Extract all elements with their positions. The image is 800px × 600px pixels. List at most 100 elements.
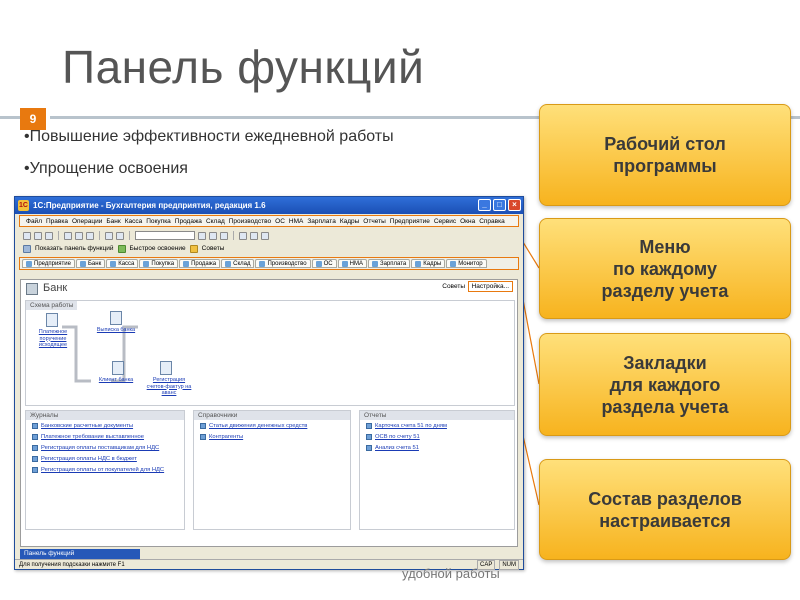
report-link[interactable]: Карточка счета 51 по дням — [375, 423, 447, 429]
journal-link[interactable]: Регистрация оплаты НДС в бюджет — [41, 456, 137, 462]
menu-warehouse[interactable]: Склад — [206, 218, 225, 225]
task-panel-button[interactable]: Панель функций — [20, 549, 140, 559]
reports-pane: Отчеты Карточка счета 51 по дням ОСВ по … — [359, 410, 515, 530]
journals-title: Журналы — [26, 411, 184, 420]
journal-item[interactable]: Регистрация оплаты поставщикам для НДС — [26, 442, 184, 453]
reference-icon — [200, 434, 206, 440]
toolbar-separator — [233, 231, 234, 240]
tab-label: Продажа — [191, 260, 217, 267]
doc-icon[interactable] — [250, 231, 258, 240]
payment-order-link[interactable]: Платежное поручение исходящее — [32, 329, 74, 349]
menu-sales[interactable]: Продажа — [175, 218, 202, 225]
app-titlebar[interactable]: 1С 1С:Предприятие - Бухгалтерия предприя… — [15, 197, 523, 214]
menu-production[interactable]: Производство — [229, 218, 271, 225]
reference-item[interactable]: Статьи движения денежных средств — [194, 420, 350, 431]
menu-hr[interactable]: Кадры — [340, 218, 359, 225]
tab-purchase[interactable]: Покупка — [139, 259, 179, 268]
menu-windows[interactable]: Окна — [460, 218, 475, 225]
menu-purchase[interactable]: Покупка — [146, 218, 171, 225]
journal-item[interactable]: Платежное требование выставленное — [26, 431, 184, 442]
payment-order-icon[interactable] — [46, 313, 58, 327]
copy-icon[interactable] — [75, 231, 83, 240]
quick-start-button[interactable]: Быстрое освоение — [130, 245, 186, 252]
bank-statement-link[interactable]: Выписка банка — [96, 327, 136, 334]
main-toolbar — [15, 229, 523, 242]
menu-salary[interactable]: Зарплата — [307, 218, 335, 225]
journal-link[interactable]: Банковские расчетные документы — [41, 423, 133, 429]
journal-link[interactable]: Платежное требование выставленное — [41, 434, 144, 440]
menu-help[interactable]: Справка — [479, 218, 505, 225]
journal-item[interactable]: Регистрация оплаты НДС в бюджет — [26, 453, 184, 464]
tab-production[interactable]: Производство — [255, 259, 311, 268]
tab-sales[interactable]: Продажа — [179, 259, 221, 268]
menu-cash[interactable]: Касса — [125, 218, 143, 225]
menu-os[interactable]: ОС — [275, 218, 285, 225]
find-icon[interactable] — [198, 231, 206, 240]
app-window: 1С 1С:Предприятие - Бухгалтерия предприя… — [14, 196, 524, 570]
enterprise-icon — [26, 260, 32, 267]
journal-item[interactable]: Банковские расчетные документы — [26, 420, 184, 431]
invoice-icon[interactable] — [160, 361, 172, 375]
tab-hr[interactable]: Кадры — [411, 259, 446, 268]
open-icon[interactable] — [34, 231, 42, 240]
journal-item[interactable]: Регистрация оплаты от покупателей для НД… — [26, 464, 184, 475]
journal-link[interactable]: Регистрация оплаты поставщикам для НДС — [41, 445, 159, 451]
journal-link[interactable]: Регистрация оплаты от покупателей для НД… — [41, 467, 164, 473]
tab-label: Монитор — [458, 260, 483, 267]
save-icon[interactable] — [45, 231, 53, 240]
table-icon[interactable] — [239, 231, 247, 240]
menu-bank[interactable]: Банк — [106, 218, 120, 225]
tab-bank[interactable]: Банк — [75, 259, 106, 268]
calendar-icon[interactable] — [220, 231, 228, 240]
paste-icon[interactable] — [86, 231, 94, 240]
tab-nma[interactable]: НМА — [337, 259, 367, 268]
production-icon — [259, 260, 266, 267]
tips-button[interactable]: Советы — [202, 245, 225, 252]
calculator-icon[interactable] — [209, 231, 217, 240]
journal-icon — [32, 456, 38, 462]
section-tips-button[interactable]: Советы — [442, 283, 465, 290]
menu-nma[interactable]: НМА — [289, 218, 303, 225]
section-tabs: Предприятие Банк Касса Покупка Продажа С… — [19, 257, 519, 270]
section-settings-button[interactable]: Настройка... — [467, 281, 513, 292]
invoice-link[interactable]: Регистрация счетов-фактур на аванс — [144, 377, 194, 397]
new-doc-icon[interactable] — [23, 231, 31, 240]
menu-edit[interactable]: Правка — [46, 218, 68, 225]
menu-service[interactable]: Сервис — [434, 218, 456, 225]
tab-monitor[interactable]: Монитор — [446, 259, 487, 268]
menu-file[interactable]: Файл — [26, 218, 42, 225]
tab-label: Зарплата — [379, 260, 407, 267]
redo-icon[interactable] — [116, 231, 124, 240]
bank-building-icon — [26, 283, 38, 295]
tools-icon[interactable] — [261, 231, 269, 240]
tab-warehouse[interactable]: Склад — [221, 259, 255, 268]
menu-operations[interactable]: Операции — [72, 218, 102, 225]
reference-link[interactable]: Контрагенты — [209, 434, 243, 440]
tab-os[interactable]: ОС — [311, 259, 337, 268]
report-item[interactable]: ОСВ по счету 51 — [360, 431, 514, 442]
reference-link[interactable]: Статьи движения денежных средств — [209, 423, 307, 429]
bank-client-link[interactable]: Клиент банка — [94, 377, 138, 384]
report-link[interactable]: ОСВ по счету 51 — [375, 434, 420, 440]
report-item[interactable]: Карточка счета 51 по дням — [360, 420, 514, 431]
search-input[interactable] — [135, 231, 195, 240]
minimize-button[interactable]: _ — [478, 199, 491, 211]
bank-client-icon[interactable] — [112, 361, 124, 375]
report-item[interactable]: Анализ счета 51 — [360, 442, 514, 453]
report-link[interactable]: Анализ счета 51 — [375, 445, 419, 451]
menu-reports[interactable]: Отчеты — [363, 218, 385, 225]
tab-salary[interactable]: Зарплата — [367, 259, 411, 268]
reference-item[interactable]: Контрагенты — [194, 431, 350, 442]
tab-label: Предприятие — [34, 260, 71, 267]
maximize-button[interactable]: □ — [493, 199, 506, 211]
bank-statement-icon[interactable] — [110, 311, 122, 325]
show-panel-button[interactable]: Показать панель функций — [35, 245, 114, 252]
journal-icon — [32, 445, 38, 451]
undo-icon[interactable] — [105, 231, 113, 240]
tab-cash[interactable]: Касса — [106, 259, 139, 268]
tab-enterprise[interactable]: Предприятие — [22, 259, 75, 268]
scheme-connectors — [62, 325, 138, 383]
menu-enterprise[interactable]: Предприятие — [390, 218, 430, 225]
close-button[interactable]: × — [508, 199, 521, 211]
cut-icon[interactable] — [64, 231, 72, 240]
